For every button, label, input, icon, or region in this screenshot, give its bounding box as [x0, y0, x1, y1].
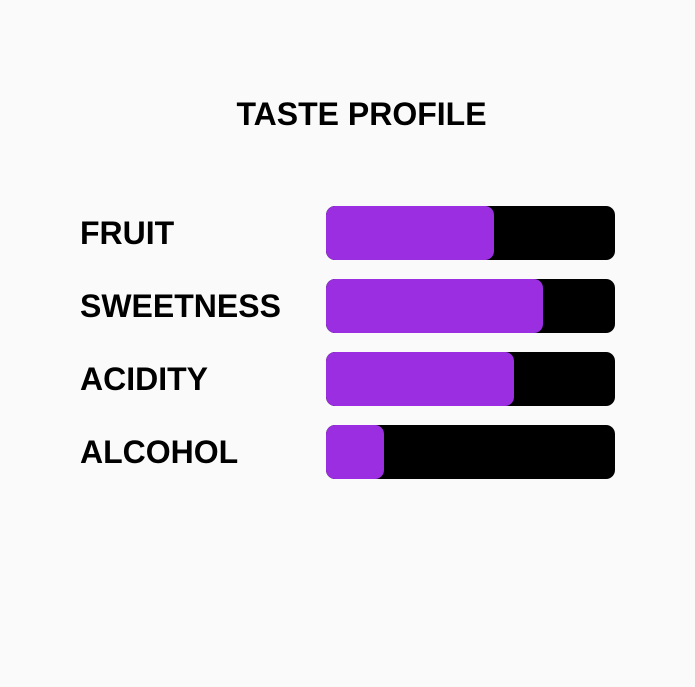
bar-label: FRUIT — [80, 215, 175, 251]
bar-track — [326, 352, 615, 406]
bar-label: ACIDITY — [80, 361, 208, 397]
bar-fill — [326, 352, 514, 406]
bar-label: SWEETNESS — [80, 288, 281, 324]
bar-fill — [326, 425, 384, 479]
bar-row-sweetness: SWEETNESS — [80, 279, 620, 333]
bar-track — [326, 279, 615, 333]
bar-label: ALCOHOL — [80, 434, 239, 470]
bar-track — [326, 206, 615, 260]
chart-title: TASTE PROFILE — [236, 96, 487, 132]
bar-fill — [326, 279, 543, 333]
bar-row-acidity: ACIDITY — [80, 352, 620, 406]
bar-fill — [326, 206, 494, 260]
bar-row-fruit: FRUIT — [80, 206, 620, 260]
bar-row-alcohol: ALCOHOL — [80, 425, 620, 479]
bar-track — [326, 425, 615, 479]
